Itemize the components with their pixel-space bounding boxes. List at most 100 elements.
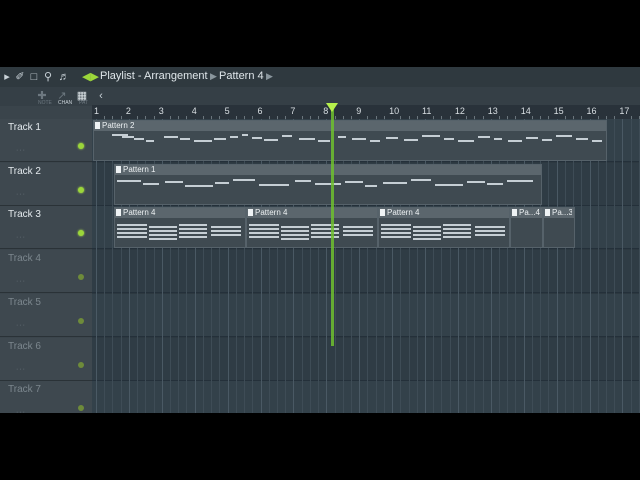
note-bar [443,236,471,239]
note-bar [311,228,339,231]
clip-header[interactable]: Pa...3 [544,208,574,219]
note-bar [230,136,238,138]
select-icon[interactable]: □ [28,71,40,83]
clip-menu-icon[interactable] [248,209,253,217]
note-bar [381,232,411,235]
track-mute-led[interactable] [78,274,84,281]
zoom-icon[interactable]: ⚲ [42,71,54,83]
note-bar [311,236,339,239]
note-bar [343,230,373,233]
ruler-bar-number: 12 [454,106,465,116]
draw-icon[interactable]: ✐ [14,71,26,83]
playlist-window: ▸ ✐ □ ⚲ ♬ ◀▶ Playlist - Arrangement ▶ Pa… [0,67,640,413]
track-header[interactable]: Track 4 ··· [0,250,92,294]
ruler-bar-number: 10 [389,106,400,116]
note-bar [117,179,141,182]
grid-line [573,119,575,413]
ruler-bar-number: 3 [158,106,164,116]
playhead-line[interactable] [331,105,334,346]
note-bar [487,182,503,185]
clip-header[interactable]: Pattern 4 [115,208,245,219]
arrow-icon[interactable]: ▸ [1,71,13,83]
track-mute-led[interactable] [78,405,84,412]
note-bar [413,234,441,237]
clip-label: Pa...4 [519,208,540,218]
track-lane[interactable] [92,337,640,381]
timeline-ruler[interactable]: 1 2 3 4 5 6 7 8 9 10 11 12 13 14 15 16 17 [92,105,640,119]
track-lane[interactable] [92,381,640,413]
note-bar [311,224,339,227]
track-header[interactable]: Track 5 ··· [0,293,92,337]
pattern-clip[interactable]: Pattern 4 [114,207,246,249]
clip-header[interactable]: Pa...4 [511,208,542,219]
track-lane[interactable] [92,293,640,337]
track-name: Track 6 [8,340,41,352]
ruler-bar-number: 1 [94,106,100,116]
track-name: Track 2 [8,165,41,177]
clip-menu-icon[interactable] [116,165,121,173]
note-bar [383,181,407,184]
ruler-bar-number: 11 [422,106,432,116]
track-header[interactable]: Track 1 ··· [0,119,92,162]
track-grip[interactable]: ··· [16,366,26,373]
note-bar [149,238,177,241]
grid-line [622,119,624,413]
clip-menu-icon[interactable] [380,209,385,217]
speaker-icon[interactable]: ♬ [58,71,70,83]
note-bar [542,139,552,141]
clip-menu-icon[interactable] [95,122,100,129]
scroll-left-icon[interactable]: ‹ [95,90,107,102]
track-mute-led[interactable] [78,361,84,368]
track-header[interactable]: Track 6 ··· [0,337,92,381]
pat-label: PAT [79,100,88,106]
track-header[interactable]: Track 3 ··· [0,206,92,250]
pattern-clip[interactable]: Pattern 2 [93,120,607,161]
track-lane[interactable] [92,250,640,294]
track-mute-led[interactable] [78,143,84,149]
playlist-icon[interactable]: ◀▶ [82,71,99,83]
pattern-clip[interactable]: Pattern 4 [246,207,378,249]
pattern-clip[interactable]: Pattern 4 [378,207,510,249]
note-bar [179,232,207,235]
clip-header[interactable]: Pattern 4 [379,208,509,219]
note-bar [345,180,363,183]
track-grip[interactable]: ··· [16,278,26,285]
clip-header[interactable]: Pattern 2 [94,121,606,131]
track-grip[interactable]: ··· [16,191,26,198]
pattern-clip[interactable]: Pattern 1 [114,163,542,205]
track-mute-led[interactable] [78,317,84,324]
track-mute-led[interactable] [78,230,84,237]
note-bar [249,224,279,227]
track-mute-led[interactable] [78,186,84,193]
track-grip[interactable]: ··· [16,322,26,329]
clip-header[interactable]: Pattern 4 [247,208,377,219]
track-header[interactable]: Track 7 ··· [0,381,92,413]
clip-menu-icon[interactable] [116,209,121,217]
playhead-marker[interactable] [326,103,338,112]
track-name: Track 7 [8,384,41,396]
pattern-clip[interactable]: Pa...4 [510,207,543,249]
note-bar [381,224,411,227]
note-bar [343,226,373,229]
pattern-clip[interactable]: Pa...3 [543,207,575,249]
arrangement-grid[interactable]: Pattern 2 Pattern 1 Pattern 4 Pattern 4 Patt… [92,119,640,413]
note-bar [264,139,278,141]
track-grip[interactable]: ··· [16,409,26,413]
note-bar [185,184,213,187]
clip-menu-icon[interactable] [545,209,550,217]
clip-label: Pattern 2 [102,121,135,130]
breadcrumb-playlist[interactable]: Playlist - Arrangement [100,70,208,82]
note-bar [211,234,241,237]
clip-menu-icon[interactable] [512,209,517,217]
chan-label: CHAN [58,100,73,106]
track-grip[interactable]: ··· [16,147,26,154]
note-bar [149,226,177,229]
breadcrumb-pattern[interactable]: Pattern 4 [219,70,264,82]
track-header[interactable]: Track 2 ··· [0,162,92,206]
note-bar [467,180,485,183]
clip-header[interactable]: Pattern 1 [115,164,541,175]
breadcrumb-arrow-icon[interactable]: ▶ [266,71,273,82]
note-bar [164,136,178,138]
note-bar [435,183,463,186]
track-grip[interactable]: ··· [16,234,26,241]
